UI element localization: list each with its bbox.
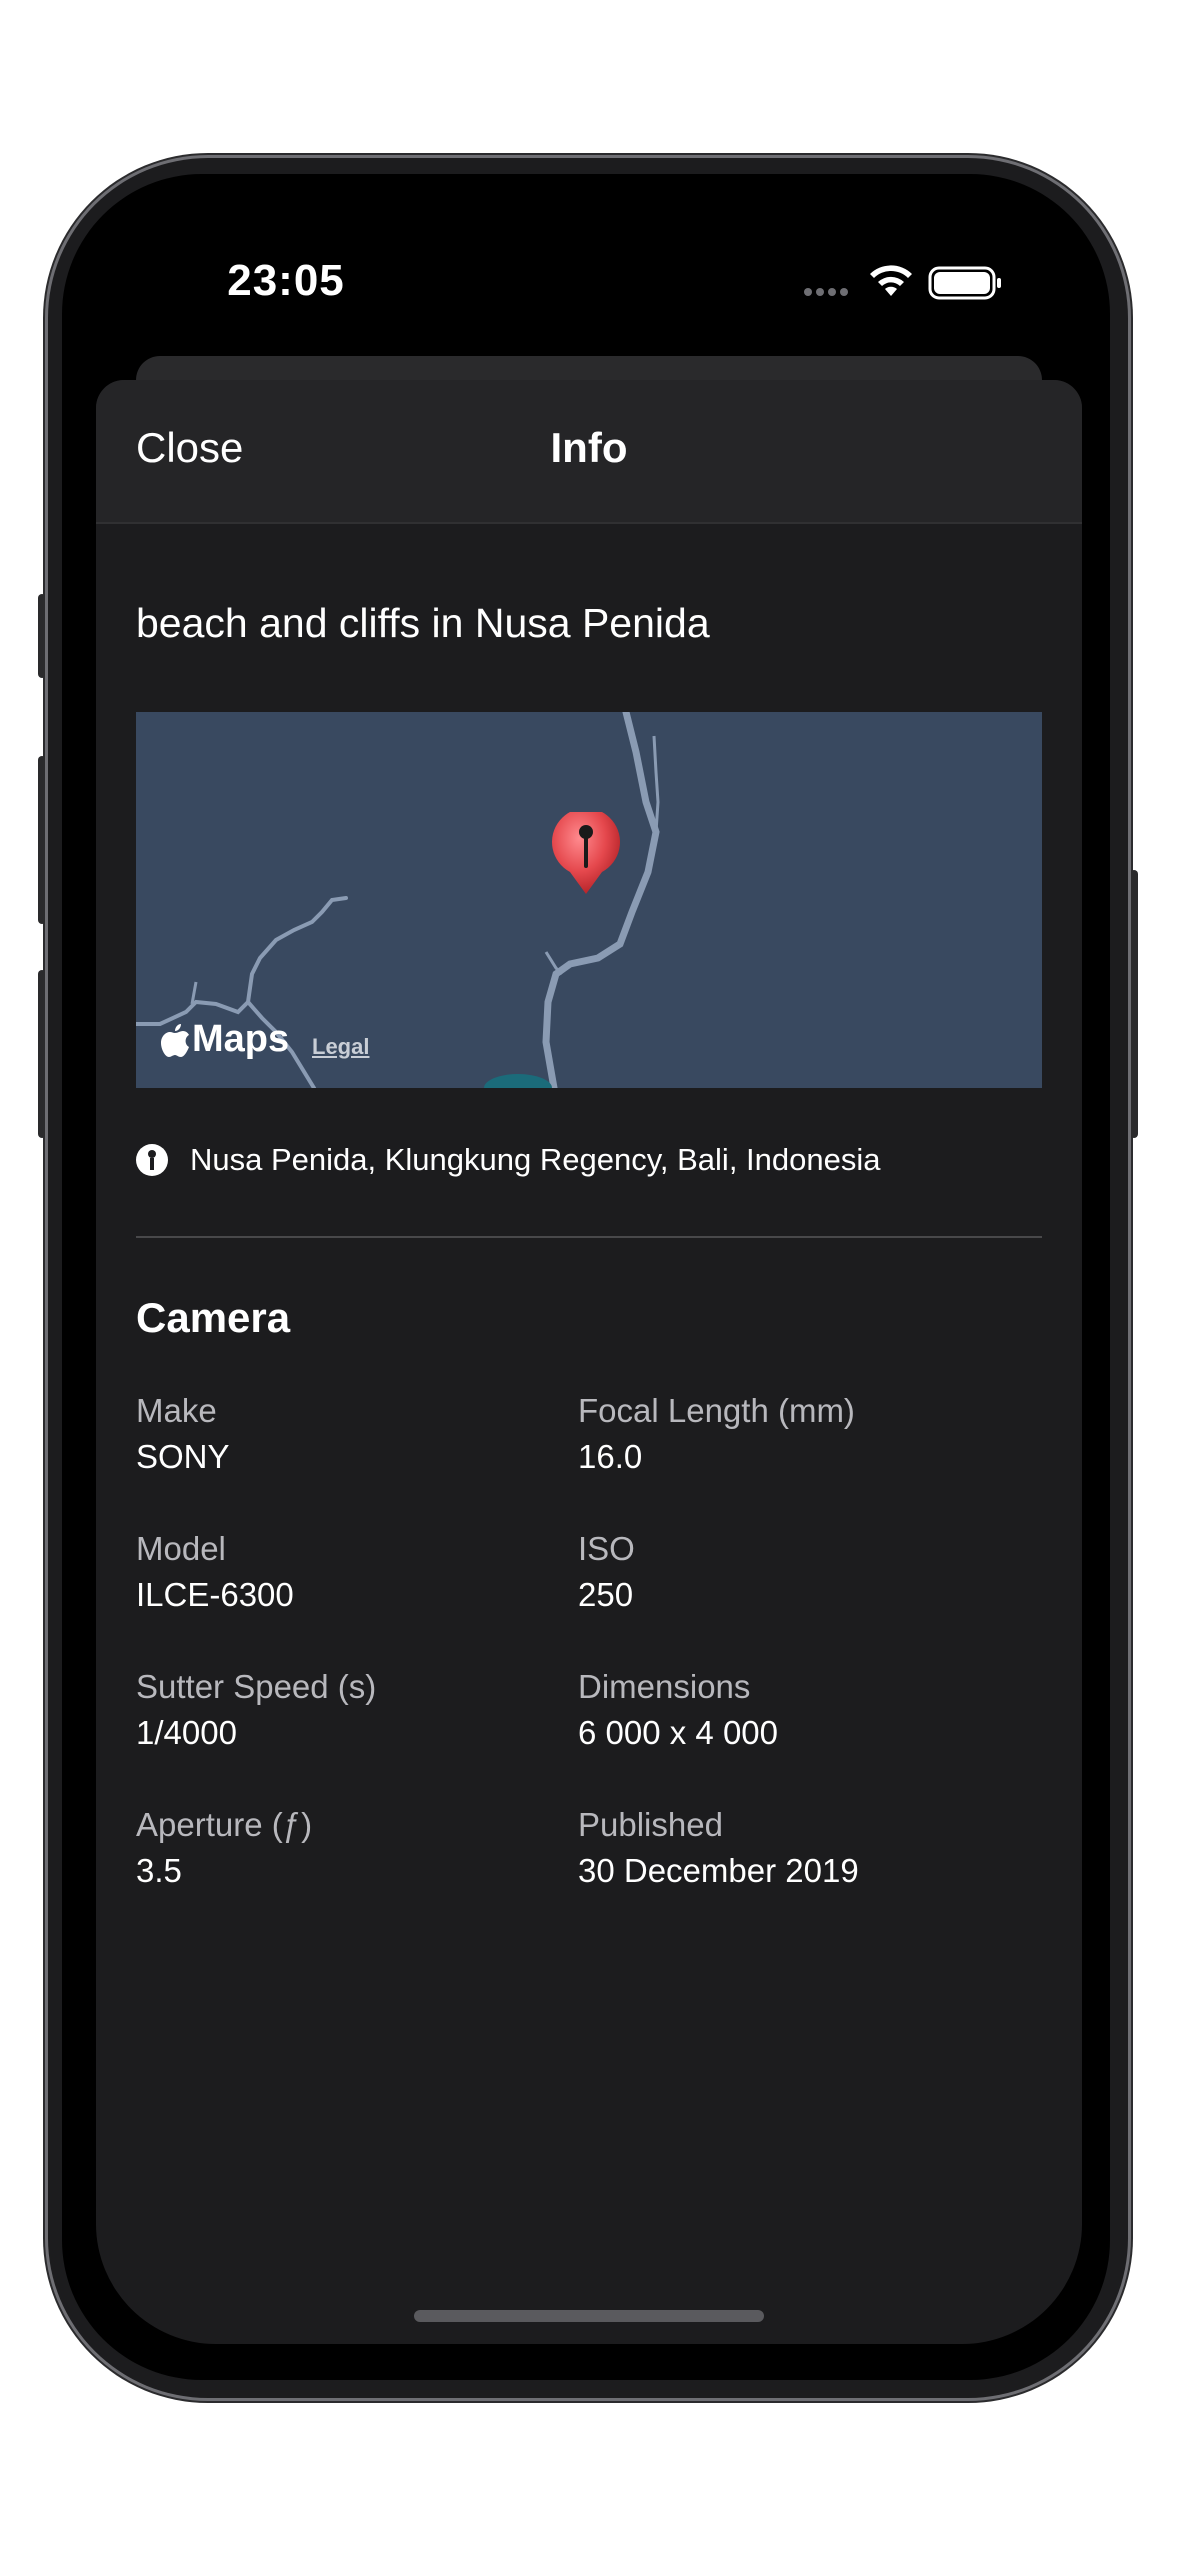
field-label: Aperture (ƒ) (136, 1806, 313, 1843)
location-text: Nusa Penida, Klungkung Regency, Bali, In… (190, 1142, 881, 1177)
battery-icon (928, 266, 1001, 300)
field-label: Published (578, 1806, 723, 1843)
nav-title: Info (550, 424, 628, 471)
field-label: Make (136, 1392, 217, 1429)
status-icons (800, 262, 1001, 302)
field-label: Model (136, 1530, 226, 1567)
field-label: Dimensions (578, 1668, 751, 1705)
model-field: Model ILCE-6300 (136, 1526, 294, 1618)
divider (136, 1236, 1042, 1238)
map-view[interactable]: Maps Legal (136, 712, 1042, 1088)
focal-length-field: Focal Length (mm) 16.0 (578, 1388, 855, 1480)
photo-title: beach and cliffs in Nusa Penida (136, 600, 710, 646)
maps-logo: Maps (160, 1018, 289, 1061)
legal-link[interactable]: Legal (312, 1034, 369, 1060)
power-button (1130, 870, 1138, 1138)
volume-down-button (38, 970, 46, 1138)
volume-up-button (38, 756, 46, 924)
navigation-bar: Info Close (96, 380, 1082, 524)
published-field: Published 30 December 2019 (578, 1802, 859, 1894)
shutter-speed-field: Sutter Speed (s) 1/4000 (136, 1664, 376, 1756)
field-value: 250 (578, 1576, 634, 1613)
wifi-icon (870, 265, 912, 296)
signal-dots-icon (804, 288, 848, 296)
field-value: 1/4000 (136, 1714, 237, 1751)
info-sheet: Info Close beach and cliffs in Nusa Peni… (96, 380, 1082, 2344)
mute-switch (38, 594, 46, 678)
camera-section-title: Camera (136, 1294, 291, 1341)
field-label: Sutter Speed (s) (136, 1668, 377, 1705)
field-value: SONY (136, 1438, 230, 1475)
make-field: Make SONY (136, 1388, 230, 1480)
home-indicator[interactable] (414, 2310, 764, 2322)
field-value: 6 000 x 4 000 (578, 1714, 778, 1751)
status-time: 23:05 (227, 256, 345, 305)
map-pin-icon (552, 812, 620, 894)
dimensions-field: Dimensions 6 000 x 4 000 (578, 1664, 778, 1756)
iso-field: ISO 250 (578, 1526, 635, 1618)
apple-logo-icon (161, 1023, 189, 1057)
field-value: 3.5 (136, 1852, 182, 1889)
close-button[interactable]: Close (136, 424, 243, 472)
location-row: Nusa Penida, Klungkung Regency, Bali, In… (136, 1140, 881, 1180)
location-info-icon (136, 1144, 168, 1176)
field-label: Focal Length (mm) (578, 1392, 855, 1429)
aperture-field: Aperture (ƒ) 3.5 (136, 1802, 312, 1894)
maps-logo-text: Maps (192, 1018, 290, 1060)
field-value: ILCE-6300 (136, 1576, 294, 1613)
field-value: 30 December 2019 (578, 1852, 859, 1889)
field-value: 16.0 (578, 1438, 643, 1475)
field-label: ISO (578, 1530, 635, 1567)
